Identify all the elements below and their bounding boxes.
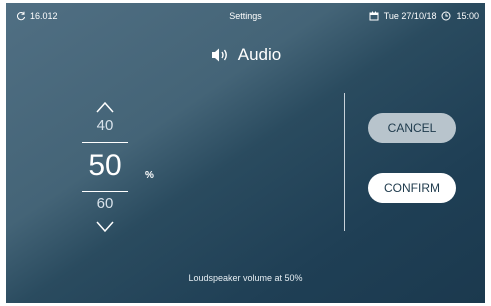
confirm-button[interactable]: CONFIRM: [368, 173, 456, 203]
picker-divider-top: [82, 142, 128, 143]
status-message: Loudspeaker volume at 50%: [188, 273, 303, 283]
volume-current-value: 50: [88, 149, 122, 182]
page-title-text: Audio: [237, 45, 282, 64]
status-right: Tue 27/10/18 15:00: [369, 11, 479, 21]
picker-divider-bottom: [82, 191, 128, 192]
volume-unit: %: [145, 170, 154, 181]
calendar-icon: [369, 11, 379, 21]
status-time: 15:00: [456, 11, 479, 21]
clock-icon: [441, 11, 451, 21]
page-title: Audio: [6, 45, 485, 65]
speaker-icon: [211, 48, 227, 62]
chevron-down-icon[interactable]: [96, 221, 114, 233]
audio-settings-screen: 16.012 Settings Tue 27/10/18 15:00 Audio: [6, 3, 485, 303]
cancel-button[interactable]: CANCEL: [368, 113, 456, 143]
volume-next-value[interactable]: 60: [70, 195, 140, 212]
status-date: Tue 27/10/18: [383, 11, 437, 21]
vertical-divider: [344, 93, 345, 231]
volume-previous-value[interactable]: 40: [70, 117, 140, 134]
chevron-up-icon[interactable]: [96, 101, 114, 113]
volume-picker[interactable]: 40 50 60: [70, 97, 140, 237]
status-bar: 16.012 Settings Tue 27/10/18 15:00: [6, 3, 485, 27]
